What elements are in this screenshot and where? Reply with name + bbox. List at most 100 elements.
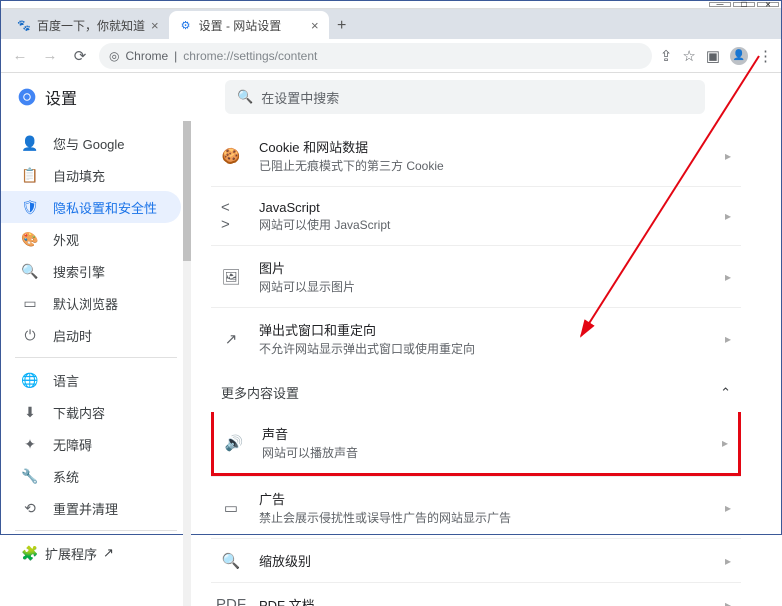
sidebar-item-label: 语言 [53,371,79,390]
setting-row[interactable]: PDFPDF 文档▸ [211,582,741,606]
row-subtitle: 网站可以播放声音 [262,444,704,461]
row-title: 广告 [259,489,707,508]
row-subtitle: 禁止会展示侵扰性或误导性广告的网站显示广告 [259,509,707,526]
more-content-settings-header[interactable]: 更多内容设置 ⌃ [211,369,741,412]
sidebar-item-label: 重置并清理 [53,499,118,518]
section-label-text: 更多内容设置 [221,383,299,402]
sidebar-icon: 📋 [21,167,39,184]
chevron-right-icon: ▸ [725,554,731,568]
sidebar-item-label: 无障碍 [53,435,92,454]
setting-row[interactable]: ▭ 广告禁止会展示侵扰性或误导性广告的网站显示广告 ▸ [211,476,741,538]
row-title: 图片 [259,258,707,277]
back-button[interactable]: ← [9,45,31,67]
sidebar-item-label: 启动时 [53,326,92,345]
reload-button[interactable]: ⟳ [69,45,91,67]
tab-baidu[interactable]: 🐾 百度一下，你就知道 × [7,11,169,39]
search-icon: 🔍 [237,89,253,105]
sidebar-item-0[interactable]: 🌐语言 [1,364,181,396]
sidebar-item-label: 系统 [53,467,79,486]
sidebar-scrollbar-thumb[interactable] [183,121,191,261]
setting-row[interactable]: 🖼图片网站可以显示图片▸ [211,245,741,307]
forward-button[interactable]: → [39,45,61,67]
row-title: 声音 [262,424,704,443]
sidebar-icon: 🛡 [21,199,39,216]
toolbar: ← → ⟳ ◎ Chrome | chrome://settings/conte… [1,39,781,73]
baidu-favicon-icon: 🐾 [17,18,31,32]
settings-search-input[interactable]: 🔍 在设置中搜索 [225,80,705,114]
settings-header: 设置 🔍 在设置中搜索 [1,73,781,121]
setting-row[interactable]: 🍪Cookie 和网站数据已阻止无痕模式下的第三方 Cookie▸ [211,125,741,186]
chevron-right-icon: ▸ [725,501,731,515]
row-icon: 🔊 [224,434,244,452]
window-close-button[interactable]: ✕ [757,2,779,7]
chevron-right-icon: ▸ [725,332,731,346]
content-settings-panel: 🍪Cookie 和网站数据已阻止无痕模式下的第三方 Cookie▸ < > Java… [191,121,781,606]
sidebar-icon: ⟲ [21,500,39,517]
side-panel-icon[interactable]: ▣ [706,47,720,65]
row-icon: 🖼 [221,268,241,286]
sidebar-item-2[interactable]: 🛡隐私设置和安全性 [1,191,181,223]
tab-title: 百度一下，你就知道 [37,17,145,34]
tab-settings[interactable]: ⚙ 设置 - 网站设置 × [169,11,329,39]
tab-title: 设置 - 网站设置 [199,17,305,34]
row-icon: ↗ [221,330,241,348]
external-link-icon: ↗ [103,545,114,561]
chevron-right-icon: ▸ [725,209,731,223]
profile-avatar-icon[interactable]: 👤 [730,47,748,65]
chevron-right-icon: ▸ [725,598,731,606]
sidebar-item-label: 默认浏览器 [53,294,118,313]
setting-row[interactable]: ↗ 弹出式窗口和重定向不允许网站显示弹出式窗口或使用重定向 ▸ [211,307,741,369]
sidebar-item-4[interactable]: 🔍 搜索引擎 [1,255,181,287]
sidebar-icon: ✦ [21,436,39,453]
row-icon: 🍪 [221,147,241,165]
row-subtitle: 不允许网站显示弹出式窗口或使用重定向 [259,340,707,357]
sidebar-icon: ▭ [21,295,39,312]
sidebar-item-2[interactable]: ✦ 无障碍 [1,428,181,460]
chevron-up-icon: ⌃ [720,385,731,401]
sidebar-icon: 🔍 [21,263,39,280]
sidebar-item-3[interactable]: 🔧系统 [1,460,181,492]
sidebar-item-4[interactable]: ⟲ 重置并清理 [1,492,181,524]
sidebar-item-5[interactable]: ▭ 默认浏览器 [1,287,181,319]
sidebar-item-label: 自动填充 [53,166,105,185]
setting-row[interactable]: 🔊 声音网站可以播放声音 ▸ [211,412,741,476]
sidebar-item-1[interactable]: 📋 自动填充 [1,159,181,191]
sidebar-item-1[interactable]: ⬇ 下载内容 [1,396,181,428]
tab-close-icon[interactable]: × [311,18,319,33]
setting-row[interactable]: < >JavaScript网站可以使用 JavaScript▸ [211,186,741,245]
sidebar-item-3[interactable]: 🎨外观 [1,223,181,255]
search-placeholder: 在设置中搜索 [261,88,339,107]
tab-close-icon[interactable]: × [151,18,159,33]
url-sep: | [174,49,177,63]
row-title: JavaScript [259,200,707,215]
sidebar-separator [15,357,177,358]
sidebar-item-extensions[interactable]: 🧩 扩展程序 ↗ [1,537,181,569]
sidebar-item-label: 搜索引擎 [53,262,105,281]
sidebar-item-6[interactable]: ⏻ 启动时 [1,319,181,351]
chevron-right-icon: ▸ [725,270,731,284]
bookmark-icon[interactable]: ☆ [682,47,695,65]
row-title: PDF 文档 [259,595,707,606]
url-path: chrome://settings/content [183,49,317,63]
settings-sidebar: 👤您与 Google 📋 自动填充 🛡隐私设置和安全性🎨外观 🔍 搜索引擎 ▭ 默认浏览器 ⏻ 启… [1,121,191,606]
row-title: 弹出式窗口和重定向 [259,320,707,339]
row-icon: < > [221,199,241,233]
chrome-logo-icon [17,87,37,107]
row-icon: ▭ [221,499,241,517]
window-minimize-button[interactable]: — [709,2,731,7]
puzzle-icon: 🧩 [21,545,39,562]
new-tab-button[interactable]: + [329,13,355,39]
chevron-right-icon: ▸ [722,436,728,450]
sidebar-icon: 🎨 [21,231,39,248]
setting-row[interactable]: 🔍缩放级别▸ [211,538,741,582]
sidebar-item-0[interactable]: 👤您与 Google [1,127,181,159]
row-subtitle: 已阻止无痕模式下的第三方 Cookie [259,157,707,174]
sidebar-icon: ⬇ [21,404,39,421]
window-titlebar: — ☐ ✕ [1,1,781,9]
sidebar-item-label: 下载内容 [53,403,105,422]
sidebar-icon: ⏻ [21,327,39,344]
share-icon[interactable]: ⇪ [660,47,673,65]
menu-icon[interactable]: ⋮ [758,47,773,65]
window-maximize-button[interactable]: ☐ [733,2,755,7]
address-bar[interactable]: ◎ Chrome | chrome://settings/content [99,43,652,69]
